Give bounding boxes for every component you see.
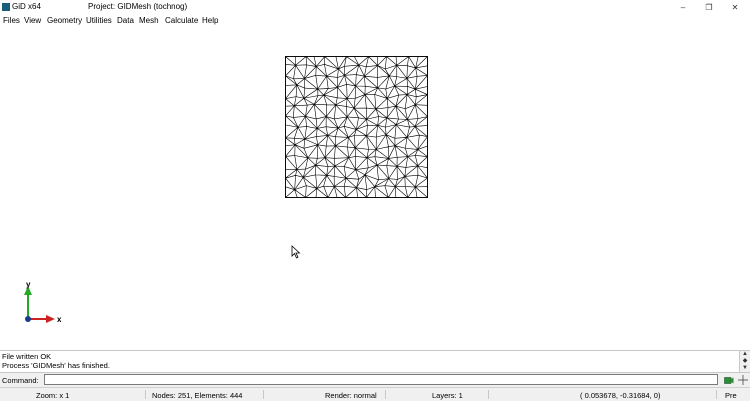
scroll-middle-icon[interactable]: ◆ (741, 358, 749, 364)
menu-files[interactable]: Files (3, 16, 20, 25)
menu-geometry[interactable]: Geometry (47, 16, 82, 25)
log-scrollbar[interactable]: ▲ ◆ ▼ (739, 351, 750, 372)
app-title: GiD x64 (12, 2, 41, 11)
command-input[interactable] (44, 374, 718, 385)
status-bar: Zoom: x 1 Nodes: 251, Elements: 444 Rend… (0, 387, 750, 401)
camera-icon[interactable] (724, 375, 734, 385)
crosshair-icon[interactable] (738, 375, 748, 385)
mouse-cursor-icon (291, 245, 301, 259)
menu-view[interactable]: View (24, 16, 41, 25)
command-label: Command: (2, 376, 39, 385)
minimize-icon[interactable]: – (670, 1, 696, 14)
menu-bar: Files View Geometry Utilities Data Mesh … (0, 15, 750, 27)
triangle-mesh (285, 56, 428, 198)
graphics-canvas[interactable]: y x (0, 27, 750, 348)
menu-help[interactable]: Help (202, 16, 218, 25)
mesh-triangles (285, 56, 428, 198)
log-line-2: Process 'GIDMesh' has finished. (2, 361, 110, 370)
status-mode: Pre (725, 391, 737, 400)
gid-app-icon (2, 3, 10, 11)
status-zoom: Zoom: x 1 (36, 391, 70, 400)
log-line-1: File written OK (2, 352, 52, 361)
message-log: File written OK Process 'GIDMesh' has fi… (0, 350, 750, 372)
title-bar: GiD x64 Project: GIDMesh (tochnog) – ❐ ✕ (0, 0, 750, 15)
axes-triad-icon: y x (24, 281, 62, 324)
status-coordinates: ( 0.053678, -0.31684, 0) (580, 391, 661, 400)
menu-mesh[interactable]: Mesh (139, 16, 159, 25)
close-icon[interactable]: ✕ (722, 1, 748, 14)
menu-data[interactable]: Data (117, 16, 134, 25)
axis-y-label: y (26, 281, 31, 289)
menu-utilities[interactable]: Utilities (86, 16, 112, 25)
status-nodes-elements: Nodes: 251, Elements: 444 (152, 391, 243, 400)
menu-calculate[interactable]: Calculate (165, 16, 198, 25)
axis-x-label: x (57, 315, 62, 324)
restore-icon[interactable]: ❐ (696, 1, 722, 14)
scroll-down-icon[interactable]: ▼ (741, 365, 749, 371)
status-layers: Layers: 1 (432, 391, 463, 400)
command-bar: Command: (0, 372, 750, 387)
project-title: Project: GIDMesh (tochnog) (88, 2, 188, 11)
status-render: Render: normal (325, 391, 377, 400)
scroll-up-icon[interactable]: ▲ (741, 351, 749, 357)
